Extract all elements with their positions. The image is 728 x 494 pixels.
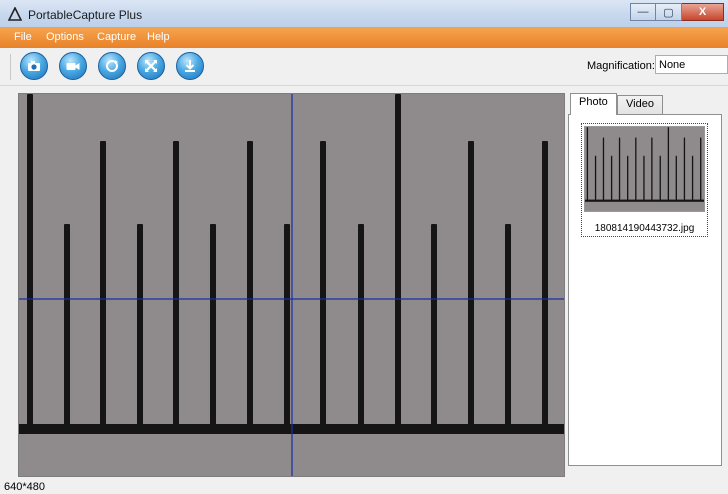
ruler-tick [659, 155, 661, 201]
record-video-button[interactable] [59, 52, 87, 80]
ruler-tick [395, 94, 401, 425]
ruler-tick [643, 155, 645, 201]
ruler-tick [675, 155, 677, 201]
ruler-tick [137, 224, 143, 425]
fullscreen-icon [145, 60, 157, 72]
fullscreen-button[interactable] [137, 52, 165, 80]
ruler-tick [691, 155, 694, 201]
ruler-tick [594, 155, 597, 201]
ruler-tick [468, 141, 474, 425]
ruler-tick [64, 224, 70, 425]
download-icon [185, 60, 195, 72]
menu-help[interactable]: Help [147, 31, 170, 43]
ruler-tick [610, 155, 613, 201]
refresh-button[interactable] [98, 52, 126, 80]
video-camera-icon [66, 63, 80, 70]
ruler-tick [627, 155, 629, 201]
ruler-tick [247, 141, 253, 425]
thumbnail-image [584, 126, 705, 212]
download-button[interactable] [176, 52, 204, 80]
magnification-field[interactable] [655, 55, 728, 74]
ruler-tick [100, 141, 106, 425]
ruler-tick [284, 224, 290, 425]
capture-photo-button[interactable] [20, 52, 48, 80]
media-panel: Photo Video 180814190443732.jpg [566, 93, 728, 477]
maximize-button[interactable]: ▢ [656, 3, 682, 21]
photo-thumbnail[interactable]: 180814190443732.jpg [581, 123, 708, 237]
ruler-tick [173, 141, 179, 425]
ruler-tick [27, 94, 33, 425]
ruler-tick [700, 137, 702, 201]
menu-capture[interactable]: Capture [97, 31, 136, 43]
window-title: PortableCapture Plus [28, 8, 143, 22]
ruler-tick [667, 127, 670, 201]
ruler-tick [358, 224, 364, 425]
app-logo-icon [8, 7, 22, 21]
close-button[interactable]: X [682, 3, 724, 21]
tab-photo[interactable]: Photo [570, 93, 617, 115]
ruler-tick [542, 141, 548, 425]
toolbar-grip [10, 54, 11, 80]
ruler-tick [683, 137, 686, 201]
menu-file[interactable]: File [14, 31, 32, 43]
ruler-tick [651, 137, 653, 201]
ruler-tick [320, 141, 326, 425]
resolution-status: 640*480 [4, 481, 45, 493]
refresh-icon [106, 60, 118, 72]
magnification-label: Magnification: [587, 60, 655, 72]
ruler-image [19, 94, 564, 476]
ruler-tick [505, 224, 511, 425]
camera-preview[interactable] [18, 93, 565, 477]
ruler-tick [635, 137, 637, 201]
status-bar: 640*480 [0, 479, 728, 494]
minimize-button[interactable]: — [630, 3, 656, 21]
tab-video[interactable]: Video [617, 95, 663, 114]
ruler-tick [210, 224, 216, 425]
ruler-tick [602, 137, 605, 201]
menu-bar: File Options Capture Help [0, 28, 728, 48]
ruler-tick [586, 127, 589, 201]
ruler-tick [431, 224, 437, 425]
thumbnail-filename: 180814190443732.jpg [594, 223, 695, 234]
title-bar: PortableCapture Plus — ▢ X [0, 0, 728, 28]
photo-gallery: 180814190443732.jpg [568, 114, 722, 466]
menu-options[interactable]: Options [46, 31, 84, 43]
camera-photo-icon [28, 61, 40, 71]
window-controls: — ▢ X [630, 3, 724, 21]
ruler-tick [618, 137, 621, 201]
